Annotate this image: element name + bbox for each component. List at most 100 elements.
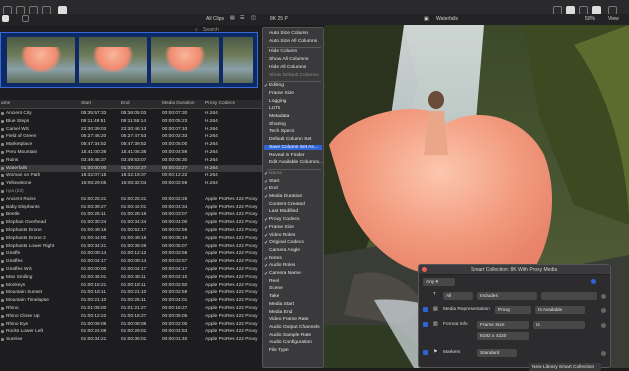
- column-header-name[interactable]: ame: [1, 101, 10, 106]
- table-row[interactable]: Waterfalls 01:00:00:00 01:00:03:27 00:00:03…: [0, 164, 262, 173]
- zoom-dropdown[interactable]: 50%: [585, 16, 595, 22]
- menu-item[interactable]: Show All Columns: [269, 57, 308, 62]
- menu-item[interactable]: Auto Size All Columns: [269, 39, 317, 44]
- rule-field-dropdown[interactable]: All: [443, 292, 473, 300]
- menu-item[interactable]: Hide All Columns: [269, 65, 306, 70]
- add-rule-icon[interactable]: [591, 279, 596, 284]
- table-row[interactable]: Ruins 03:49:46:37 03:49:53:07 00:00:06:30 H.…: [0, 157, 262, 165]
- table-row[interactable]: Peru Mountain 15:41:00:39 15:41:05:38 00:00…: [0, 149, 262, 157]
- clip-appearance-icon[interactable]: ◫: [251, 15, 256, 21]
- menu-item[interactable]: LUTs: [269, 106, 280, 111]
- menu-item[interactable]: File Type: [269, 348, 289, 353]
- table-row[interactable]: Woman on Path 18:32:07:15 18:32:19:37 00:00…: [0, 172, 262, 180]
- rule-op-dropdown[interactable]: Is: [533, 321, 585, 329]
- menu-item[interactable]: Tech Specs: [269, 129, 294, 134]
- table-row[interactable]: Mountain Sunset 01:00:18:11 01:00:21:10 00:…: [0, 289, 262, 297]
- table-row[interactable]: Elephants Lower Right 01:00:34:21 01:00:39…: [0, 243, 262, 251]
- table-row[interactable]: Mountain Timelapse 01:00:21:10 01:00:25:11…: [0, 297, 262, 305]
- table-row[interactable]: Monkeys 01:00:15:21 01:00:18:11 00:00:02:50…: [0, 282, 262, 290]
- menu-item[interactable]: ✓ Start: [264, 179, 279, 185]
- clip-filmstrip[interactable]: [0, 32, 258, 88]
- menu-item[interactable]: ✓ Video Roles: [264, 233, 295, 239]
- menu-item[interactable]: Save Column Set As...: [264, 144, 322, 150]
- table-row[interactable]: Rhino 01:01:05:00 01:01:21:27 00:00:16:27 Ap…: [0, 305, 262, 313]
- list-view-icon[interactable]: ☰: [240, 15, 244, 21]
- table-row[interactable]: Yellowstone 16:06:29:05 16:06:32:04 00:00:0…: [0, 180, 262, 188]
- table-row[interactable]: Elephants Drone 01:00:49:18 01:00:52:17 00:…: [0, 227, 262, 235]
- menu-item[interactable]: ✓ Media Duration: [264, 194, 302, 200]
- menu-item[interactable]: ✓ Camera Name: [264, 271, 301, 277]
- menu-item[interactable]: Last Modified: [269, 209, 298, 214]
- table-row[interactable]: Marketplace 05:47:34:52 05:47:39:52 00:00:0…: [0, 141, 262, 149]
- menu-item[interactable]: Hide Column: [269, 49, 297, 54]
- menu-item[interactable]: Sharing: [269, 122, 286, 127]
- rule-field-dropdown[interactable]: Proxy: [495, 306, 531, 314]
- menu-item[interactable]: Edit Available Columns...: [269, 160, 323, 165]
- menu-item[interactable]: Frame Size: [269, 91, 294, 96]
- menu-item[interactable]: Scene: [269, 286, 283, 291]
- menu-item[interactable]: ✓ End: [264, 186, 278, 192]
- rule-op-dropdown[interactable]: Is Available: [535, 306, 585, 314]
- view-menu[interactable]: View: [608, 16, 619, 22]
- table-row[interactable]: Giraffes 01:00:04:17 01:00:08:14 00:00:03:5…: [0, 258, 262, 266]
- new-smart-collection-button[interactable]: New Library Smart Collection: [529, 363, 601, 371]
- column-header-media-duration[interactable]: Media Duration: [162, 101, 195, 106]
- table-row[interactable]: Blue Steps 09:11:49:51 09:11:55:14 00:00:05…: [0, 118, 262, 126]
- rule-enabled-checkbox[interactable]: [423, 322, 428, 327]
- rule-op-dropdown[interactable]: Includes: [477, 292, 537, 300]
- table-row[interactable]: Camel WS 23:30:39:03 23:30:46:13 00:00:07:1…: [0, 126, 262, 134]
- clips-filter-dropdown[interactable]: All Clips: [206, 16, 224, 22]
- list-group-header[interactable]: nya (23): [0, 188, 262, 196]
- remove-rule-icon[interactable]: [601, 323, 606, 328]
- remove-rule-icon[interactable]: [601, 351, 606, 356]
- close-icon[interactable]: [422, 267, 427, 272]
- menu-item[interactable]: Take: [269, 294, 279, 299]
- table-row[interactable]: Rocks Lower Left 01:00:24:08 01:00:29:01 00…: [0, 328, 262, 336]
- menu-item[interactable]: Video Frame Rate: [269, 317, 309, 322]
- menu-item[interactable]: Metadata: [269, 114, 289, 119]
- rule-enabled-checkbox[interactable]: [423, 350, 428, 355]
- column-header-end[interactable]: End: [121, 101, 130, 106]
- remove-rule-icon[interactable]: [601, 294, 606, 299]
- sidebar-icon[interactable]: [2, 15, 9, 22]
- menu-item[interactable]: Default Column Set: [269, 137, 311, 142]
- rule-value-input[interactable]: [541, 292, 597, 300]
- table-row[interactable]: Rhino Eye 01:00:06:06 01:00:08:06 00:00:02:…: [0, 321, 262, 329]
- menu-item[interactable]: ✓ Frame Size: [264, 225, 294, 231]
- menu-item[interactable]: ✓ Editing: [264, 83, 284, 89]
- table-row[interactable]: Giraffes WS 01:00:00:00 01:00:04:17 00:00:0…: [0, 266, 262, 274]
- filmstrip-view-icon[interactable]: ▤: [230, 15, 235, 21]
- events-icon[interactable]: [22, 15, 29, 22]
- menu-item[interactable]: Logging: [269, 99, 286, 104]
- menu-item[interactable]: Media Start: [269, 302, 294, 307]
- table-row[interactable]: Rhino Close Up 01:00:12:22 01:00:18:27 00:0…: [0, 313, 262, 321]
- table-row[interactable]: Man Smiling 01:00:46:01 01:00:48:11 00:00:0…: [0, 274, 262, 282]
- column-header-proxy-codecs[interactable]: Proxy Codecs: [205, 101, 235, 106]
- table-row[interactable]: Ancient City 05:35:57:33 05:36:05:03 00:00:…: [0, 110, 262, 118]
- frame-size-input[interactable]: 8192 x 4320: [477, 332, 529, 340]
- menu-item[interactable]: ✓ Audio Roles: [264, 263, 295, 269]
- menu-item[interactable]: Reveal in Finder: [269, 153, 305, 158]
- menu-item[interactable]: Auto Size Column: [269, 31, 308, 36]
- menu-item[interactable]: Camera Angle: [269, 248, 300, 253]
- column-header-start[interactable]: Start: [81, 101, 91, 106]
- menu-item[interactable]: ✓ Notes: [264, 256, 282, 262]
- menu-item[interactable]: Audio Output Channels: [269, 325, 320, 330]
- menu-item[interactable]: Reel: [269, 279, 279, 284]
- menu-item[interactable]: Media End: [269, 310, 292, 315]
- table-row[interactable]: Ancient Ruins 01:00:25:21 01:00:25:21 00:00…: [0, 196, 262, 204]
- table-row[interactable]: Elephants Drone 2 01:00:44:00 01:00:49:18 0…: [0, 235, 262, 243]
- menu-item[interactable]: Audio Sample Rate: [269, 333, 311, 338]
- table-row[interactable]: Beetle 01:00:25:11 01:00:28:18 00:00:03:07 A…: [0, 211, 262, 219]
- table-row[interactable]: Sunrise 01:00:34:21 01:00:36:01 00:00:01:40…: [0, 336, 262, 344]
- menu-item[interactable]: ✓ Proxy Codecs: [264, 217, 299, 223]
- menu-item[interactable]: Audio Configuration: [269, 340, 312, 345]
- rule-enabled-checkbox[interactable]: [423, 307, 428, 312]
- menu-item[interactable]: Content Created: [269, 202, 305, 207]
- match-dropdown[interactable]: Any ▾: [423, 278, 455, 286]
- table-row[interactable]: Elephan Overhead 01:00:30:24 01:00:34:24 00…: [0, 219, 262, 227]
- table-row[interactable]: Giraffe 01:00:08:14 01:00:12:12 00:00:03:58…: [0, 250, 262, 258]
- menu-item[interactable]: ✓ Original Codecs: [264, 240, 304, 246]
- table-row[interactable]: Baby Elephants 01:00:39:27 01:00:44:01 00:0…: [0, 204, 262, 212]
- table-row[interactable]: Field of Green 05:27:45:20 05:27:47:53 00:0…: [0, 133, 262, 141]
